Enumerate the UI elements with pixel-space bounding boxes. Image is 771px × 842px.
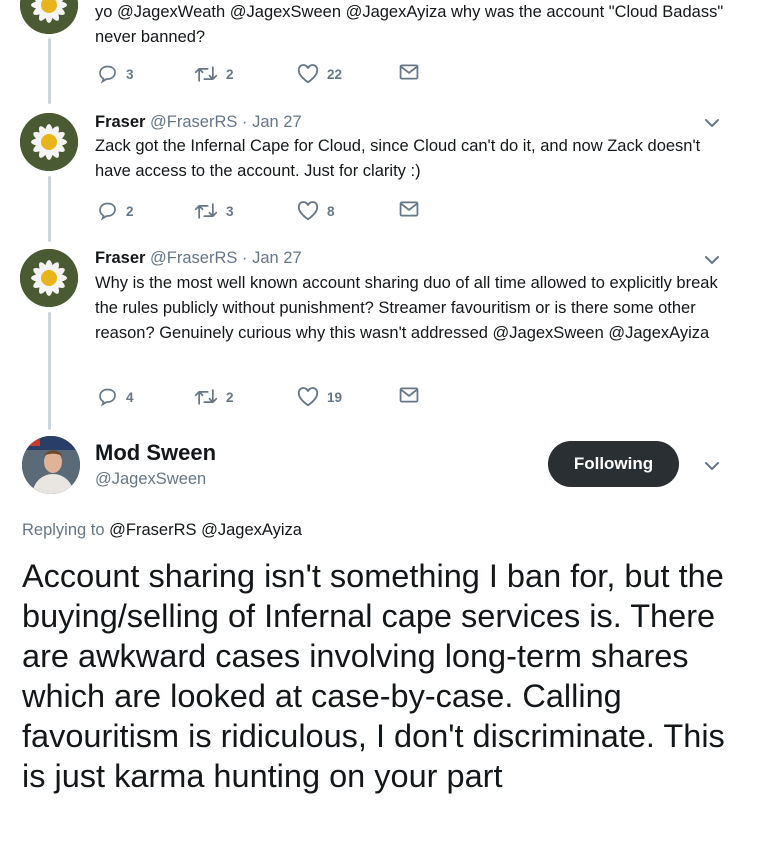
- heart-icon: [297, 387, 319, 407]
- heart-icon: [297, 201, 319, 221]
- tweet-header: Fraser @FraserRS · Jan 27: [95, 247, 302, 269]
- reply-button[interactable]: 3: [97, 64, 134, 84]
- separator: ·: [241, 249, 248, 267]
- like-count: 22: [327, 66, 343, 82]
- tweet-actions: 2 3 8: [97, 201, 427, 223]
- chevron-down-icon[interactable]: [703, 114, 721, 132]
- retweet-button[interactable]: 3: [194, 201, 234, 221]
- retweet-count: 3: [226, 203, 234, 219]
- envelope-icon: [399, 64, 419, 80]
- chevron-down-icon[interactable]: [703, 251, 721, 269]
- dm-button[interactable]: [399, 64, 419, 80]
- avatar[interactable]: [20, 249, 78, 307]
- tweet-text: yo @JagexWeath @JagexSween @JagexAyiza w…: [95, 3, 724, 46]
- replying-to: Replying to @FraserRS @JagexAyiza: [22, 521, 302, 540]
- reply-count: 2: [126, 203, 134, 219]
- reply-button[interactable]: 4: [97, 387, 134, 407]
- tweet-date[interactable]: Jan 27: [252, 113, 302, 131]
- retweet-count: 2: [226, 66, 234, 82]
- like-button[interactable]: 19: [297, 387, 342, 407]
- author-name[interactable]: Fraser: [95, 249, 145, 267]
- retweet-count: 2: [226, 389, 234, 405]
- retweet-icon: [194, 389, 218, 405]
- person-avatar-image: [22, 436, 80, 494]
- tweet-actions: 3 2 22: [97, 64, 427, 86]
- daisy-avatar-image: [20, 249, 78, 307]
- avatar[interactable]: [20, 0, 78, 34]
- chevron-down-icon[interactable]: [703, 457, 721, 475]
- heart-icon: [297, 64, 319, 84]
- reply-icon: [99, 202, 116, 221]
- reply-count: 3: [126, 66, 134, 82]
- tweet-text: Why is the most well known account shari…: [95, 274, 718, 342]
- mention-link[interactable]: @JagexAyiza: [201, 521, 302, 539]
- reply-button[interactable]: 2: [97, 201, 134, 221]
- reply-icon: [99, 65, 116, 84]
- following-button[interactable]: Following: [548, 441, 679, 487]
- reply-count: 4: [126, 389, 134, 405]
- main-tweet-text: Account sharing isn't something I ban fo…: [22, 558, 725, 794]
- envelope-icon: [399, 201, 419, 217]
- avatar[interactable]: [20, 113, 78, 171]
- retweet-icon: [194, 66, 218, 82]
- author-handle[interactable]: @FraserRS: [150, 113, 237, 131]
- retweet-button[interactable]: 2: [194, 64, 234, 84]
- retweet-icon: [194, 203, 218, 219]
- like-count: 8: [327, 203, 335, 219]
- thread-line: [48, 38, 51, 104]
- like-count: 19: [327, 389, 343, 405]
- retweet-button[interactable]: 2: [194, 387, 234, 407]
- author-handle[interactable]: @FraserRS: [150, 249, 237, 267]
- tweet-text: Zack got the Infernal Cape for Cloud, si…: [95, 137, 701, 180]
- tweet-date[interactable]: Jan 27: [252, 249, 302, 267]
- daisy-avatar-image: [20, 113, 78, 171]
- thread-line: [48, 176, 51, 242]
- author-name[interactable]: Fraser: [95, 113, 145, 131]
- mention-link[interactable]: @FraserRS: [109, 521, 196, 539]
- envelope-icon: [399, 387, 419, 403]
- thread-line: [48, 312, 51, 430]
- author-handle[interactable]: @JagexSween: [95, 470, 206, 489]
- separator: ·: [241, 113, 248, 131]
- author-name[interactable]: Mod Sween: [95, 440, 216, 466]
- avatar[interactable]: [22, 436, 80, 494]
- reply-icon: [99, 388, 116, 407]
- replying-prefix: Replying to: [22, 521, 105, 539]
- like-button[interactable]: 8: [297, 201, 335, 221]
- dm-button[interactable]: [399, 201, 419, 217]
- tweet-header: Fraser @FraserRS · Jan 27: [95, 111, 302, 133]
- dm-button[interactable]: [399, 387, 419, 403]
- daisy-avatar-image: [20, 0, 78, 34]
- like-button[interactable]: 22: [297, 64, 342, 84]
- tweet-actions: 4 2 19: [97, 387, 427, 409]
